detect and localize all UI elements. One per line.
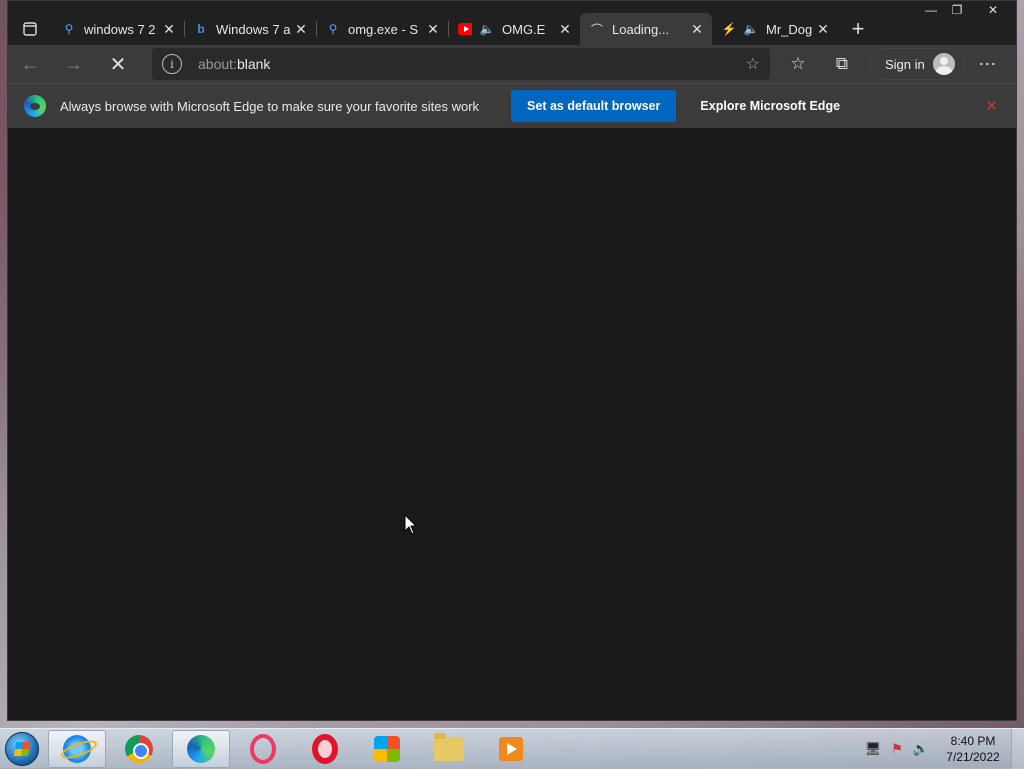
- close-tab-icon[interactable]: ✕: [162, 21, 176, 38]
- browser-toolbar: ← → ✕ i about:blank ☆ ☆ ⧉ Sign in ⋯: [8, 45, 1016, 83]
- close-window-button[interactable]: ✕: [970, 1, 1016, 19]
- taskbar-edge[interactable]: [172, 730, 230, 768]
- action-center-flag-icon[interactable]: ⚑: [887, 739, 907, 759]
- internet-explorer-icon: [63, 735, 91, 763]
- tab-title: Loading...: [612, 21, 670, 37]
- speaker-icon[interactable]: 🔈: [744, 22, 759, 36]
- volume-icon[interactable]: 🔊: [911, 739, 931, 759]
- collections-button[interactable]: ⧉: [820, 47, 864, 81]
- mouse-cursor-icon: [404, 514, 418, 535]
- show-desktop-button[interactable]: [1011, 729, 1024, 769]
- tab-mr-dog[interactable]: ⚡ 🔈 Mr_Dog ✕: [712, 13, 838, 45]
- minimize-button[interactable]: —: [918, 1, 944, 19]
- edge-browser-window: ⚲ windows 7 2 ✕ b Windows 7 a ✕ ⚲ omg.ex…: [7, 0, 1017, 721]
- close-icon[interactable]: ✕: [985, 97, 998, 115]
- address-text[interactable]: about:blank: [198, 56, 746, 72]
- folder-icon: [434, 733, 464, 761]
- clock[interactable]: 8:40 PM 7/21/2022: [941, 733, 1005, 765]
- avatar-icon: [932, 53, 955, 75]
- tab-loading[interactable]: ⌒ Loading... ✕: [580, 13, 712, 45]
- favorites-button[interactable]: ☆: [776, 47, 820, 81]
- tab-title: OMG.E: [502, 21, 546, 37]
- speaker-icon[interactable]: 🔈: [480, 22, 495, 36]
- new-tab-button[interactable]: +: [838, 13, 878, 45]
- tab-title: Windows 7 a: [216, 21, 291, 37]
- tab-title: Mr_Dog: [766, 21, 813, 37]
- collections-icon: ⧉: [835, 54, 849, 73]
- infobar-message: Always browse with Microsoft Edge to mak…: [60, 98, 480, 114]
- tab-title: omg.exe - S: [348, 21, 419, 37]
- close-tab-icon[interactable]: ✕: [294, 21, 308, 38]
- tab-strip: ⚲ windows 7 2 ✕ b Windows 7 a ✕ ⚲ omg.ex…: [8, 1, 1016, 45]
- edge-logo-icon: [24, 95, 46, 117]
- tab-windows-7-search[interactable]: ⚲ windows 7 2 ✕: [52, 13, 184, 45]
- favorites-icon: ☆: [790, 54, 806, 73]
- loading-spinner-icon: ⌒: [590, 22, 603, 37]
- close-icon: ✕: [109, 53, 127, 76]
- opera-icon: [312, 734, 338, 764]
- stop-loading-button[interactable]: ✕: [96, 47, 140, 81]
- taskbar-internet-explorer[interactable]: [48, 730, 106, 768]
- taskbar-opera[interactable]: [296, 730, 354, 768]
- back-button[interactable]: ←: [8, 47, 52, 81]
- info-icon[interactable]: i: [162, 54, 182, 74]
- lightning-icon: ⚡: [721, 22, 737, 36]
- windows-orb-icon: [5, 732, 39, 766]
- taskbar-opera-gx[interactable]: [234, 730, 292, 768]
- add-favorite-icon[interactable]: ☆: [746, 54, 760, 74]
- tab-windows-7-bing[interactable]: b Windows 7 a ✕: [184, 13, 316, 45]
- tab-actions-button[interactable]: [8, 13, 52, 45]
- tab-actions-icon: [23, 22, 37, 36]
- close-tab-icon[interactable]: ✕: [690, 21, 704, 38]
- window-caption-buttons: — ❐ ✕: [918, 1, 1016, 23]
- sign-in-button[interactable]: Sign in: [870, 48, 966, 80]
- close-tab-icon[interactable]: ✕: [816, 21, 830, 38]
- edge-icon: [187, 735, 215, 763]
- default-browser-infobar: Always browse with Microsoft Edge to mak…: [8, 83, 1016, 128]
- close-tab-icon[interactable]: ✕: [558, 21, 572, 38]
- windows-logo-icon: [374, 736, 400, 762]
- address-bar[interactable]: i about:blank ☆: [152, 48, 770, 80]
- tab-omg-youtube[interactable]: 🔈 OMG.E ✕: [448, 13, 580, 45]
- system-tray: 🖥 ⚑ 🔊 8:40 PM 7/21/2022: [859, 729, 1024, 769]
- tab-title: windows 7 2: [84, 21, 156, 37]
- search-icon: ⚲: [64, 22, 74, 36]
- set-default-browser-button[interactable]: Set as default browser: [511, 90, 677, 122]
- arrow-left-icon: ←: [21, 53, 39, 74]
- clock-time: 8:40 PM: [950, 734, 996, 748]
- maximize-button[interactable]: ❐: [944, 1, 970, 19]
- taskbar-chrome[interactable]: [110, 730, 168, 768]
- page-content[interactable]: [8, 128, 1016, 720]
- taskbar-media-player[interactable]: [482, 730, 540, 768]
- bing-icon: b: [197, 22, 205, 36]
- taskbar-windows-app[interactable]: [358, 730, 416, 768]
- taskbar-file-explorer[interactable]: [420, 730, 478, 768]
- arrow-right-icon: →: [65, 53, 83, 74]
- clock-date: 7/21/2022: [946, 750, 1000, 764]
- search-icon: ⚲: [328, 22, 338, 36]
- forward-button[interactable]: →: [52, 47, 96, 81]
- media-player-icon: [499, 737, 523, 761]
- windows-taskbar: 🖥 ⚑ 🔊 8:40 PM 7/21/2022: [0, 728, 1024, 769]
- network-icon[interactable]: 🖥: [863, 739, 883, 759]
- explore-edge-button[interactable]: Explore Microsoft Edge: [684, 90, 856, 122]
- opera-gx-icon: [250, 734, 276, 764]
- close-tab-icon[interactable]: ✕: [426, 21, 440, 38]
- start-button[interactable]: [0, 729, 44, 769]
- more-icon: ⋯: [978, 53, 998, 74]
- youtube-icon: [458, 22, 472, 36]
- sign-in-label: Sign in: [885, 56, 925, 72]
- settings-more-button[interactable]: ⋯: [966, 47, 1010, 81]
- chrome-icon: [125, 735, 153, 763]
- tab-omg-exe-search[interactable]: ⚲ omg.exe - S ✕: [316, 13, 448, 45]
- plus-icon: +: [851, 16, 865, 41]
